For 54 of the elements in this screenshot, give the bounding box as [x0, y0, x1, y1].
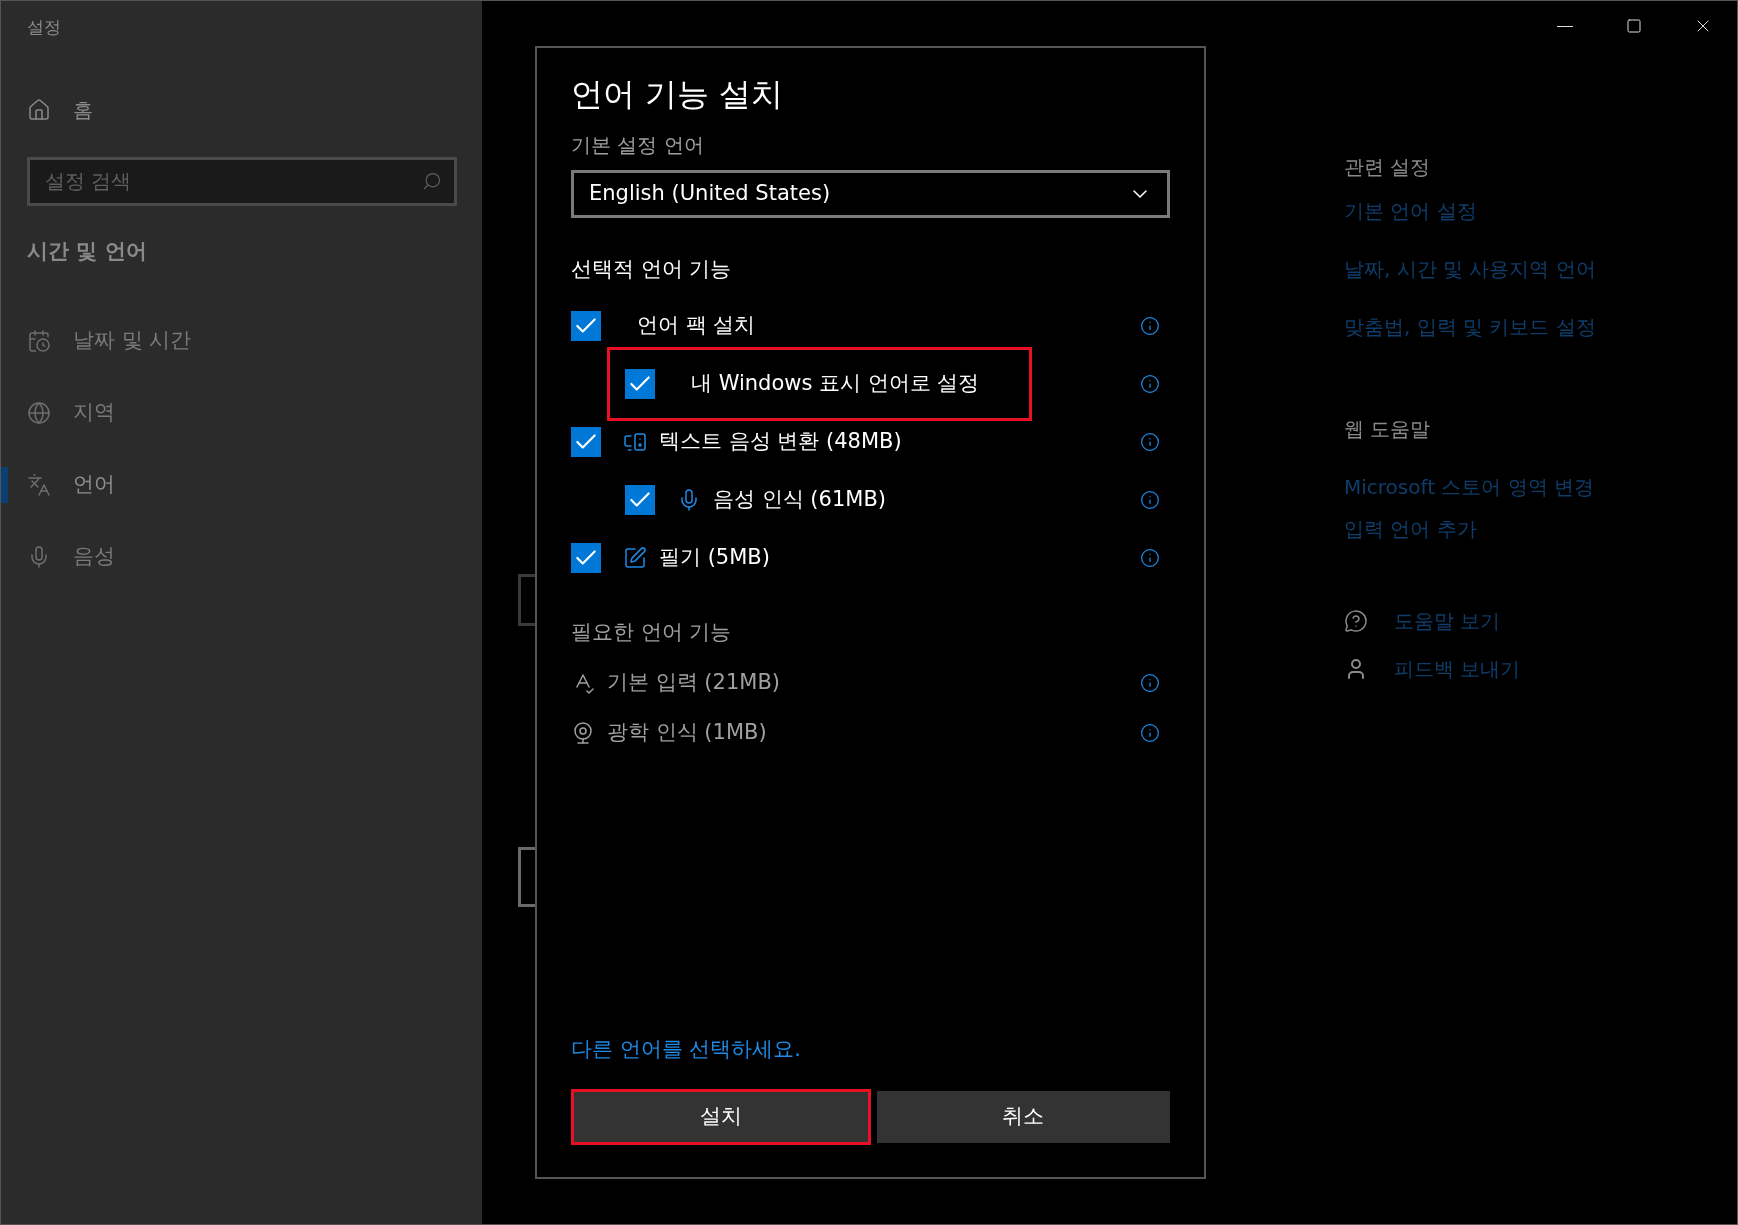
checkbox[interactable]	[625, 368, 655, 399]
help-link[interactable]: Microsoft 스토어 영역 변경	[1344, 472, 1595, 502]
home-link[interactable]: 홈	[73, 94, 93, 125]
field-label: 기본 설정 언어	[571, 132, 704, 159]
related-link[interactable]: 맞춤법, 입력 및 키보드 설정	[1344, 312, 1596, 342]
window-title: 설정	[27, 16, 61, 39]
dialog-button[interactable]: 취소	[876, 1091, 1170, 1143]
section-heading: 관련 설정	[1344, 154, 1431, 181]
info-icon[interactable]	[1140, 489, 1160, 510]
info-icon[interactable]	[1140, 315, 1160, 336]
support-link[interactable]: 도움말 보기	[1394, 606, 1501, 636]
info-icon[interactable]	[1140, 373, 1160, 394]
feature-label: 기본 입력 (21MB)	[607, 669, 780, 697]
minimize-icon	[1556, 25, 1573, 27]
info-icon[interactable]	[1140, 547, 1160, 568]
checkbox[interactable]	[571, 426, 601, 457]
home-icon[interactable]	[27, 97, 51, 122]
section-heading: 선택적 언어 기능	[571, 256, 732, 283]
nav-item[interactable]: 날짜 및 시간	[73, 325, 192, 357]
checkbox[interactable]	[625, 484, 655, 515]
search-field[interactable]: 설정 검색	[27, 156, 457, 206]
help-link[interactable]: 입력 언어 추가	[1344, 514, 1477, 544]
section-heading: 웹 도움말	[1344, 416, 1431, 443]
help-icon	[1344, 609, 1368, 633]
section-heading: 필요한 언어 기능	[571, 618, 732, 646]
support-link[interactable]: 피드백 보내기	[1394, 654, 1521, 684]
dialog-title: 언어 기능 설치	[571, 74, 784, 115]
language-icon	[27, 473, 51, 497]
related-link[interactable]: 날짜, 시간 및 사용지역 언어	[1344, 254, 1596, 284]
webcam-icon	[571, 721, 595, 745]
info-icon[interactable]	[1140, 723, 1160, 743]
feature-label: 음성 인식 (61MB)	[713, 485, 886, 513]
search-icon[interactable]	[422, 170, 442, 191]
pen-icon	[623, 545, 647, 570]
choose-language-link[interactable]: 다른 언어를 선택하세요.	[571, 1033, 802, 1065]
feature-label: 텍스트 음성 변환 (48MB)	[659, 427, 902, 455]
info-icon[interactable]	[1140, 673, 1160, 693]
section-heading: 시간 및 언어	[27, 237, 147, 265]
nav-item[interactable]: 지역	[73, 397, 115, 429]
feature-label: 내 Windows 표시 언어로 설정	[691, 369, 980, 397]
info-icon[interactable]	[1140, 431, 1160, 452]
nav-item[interactable]: 언어	[73, 469, 115, 501]
language-dropdown[interactable]: English (United States)	[571, 170, 1170, 218]
related-link[interactable]: 기본 언어 설정	[1344, 196, 1477, 226]
globe-icon	[27, 401, 51, 425]
feature-label: 광학 인식 (1MB)	[607, 719, 767, 747]
checkbox[interactable]	[571, 542, 601, 573]
dialog-button[interactable]: 설치	[571, 1089, 871, 1145]
nav-item[interactable]: 음성	[73, 541, 115, 573]
checkbox[interactable]	[571, 310, 601, 341]
maximize-icon	[1625, 18, 1642, 34]
feature-label: 필기 (5MB)	[659, 543, 770, 571]
calendar-clock-icon	[27, 329, 51, 353]
feature-label: 언어 팩 설치	[637, 311, 756, 339]
